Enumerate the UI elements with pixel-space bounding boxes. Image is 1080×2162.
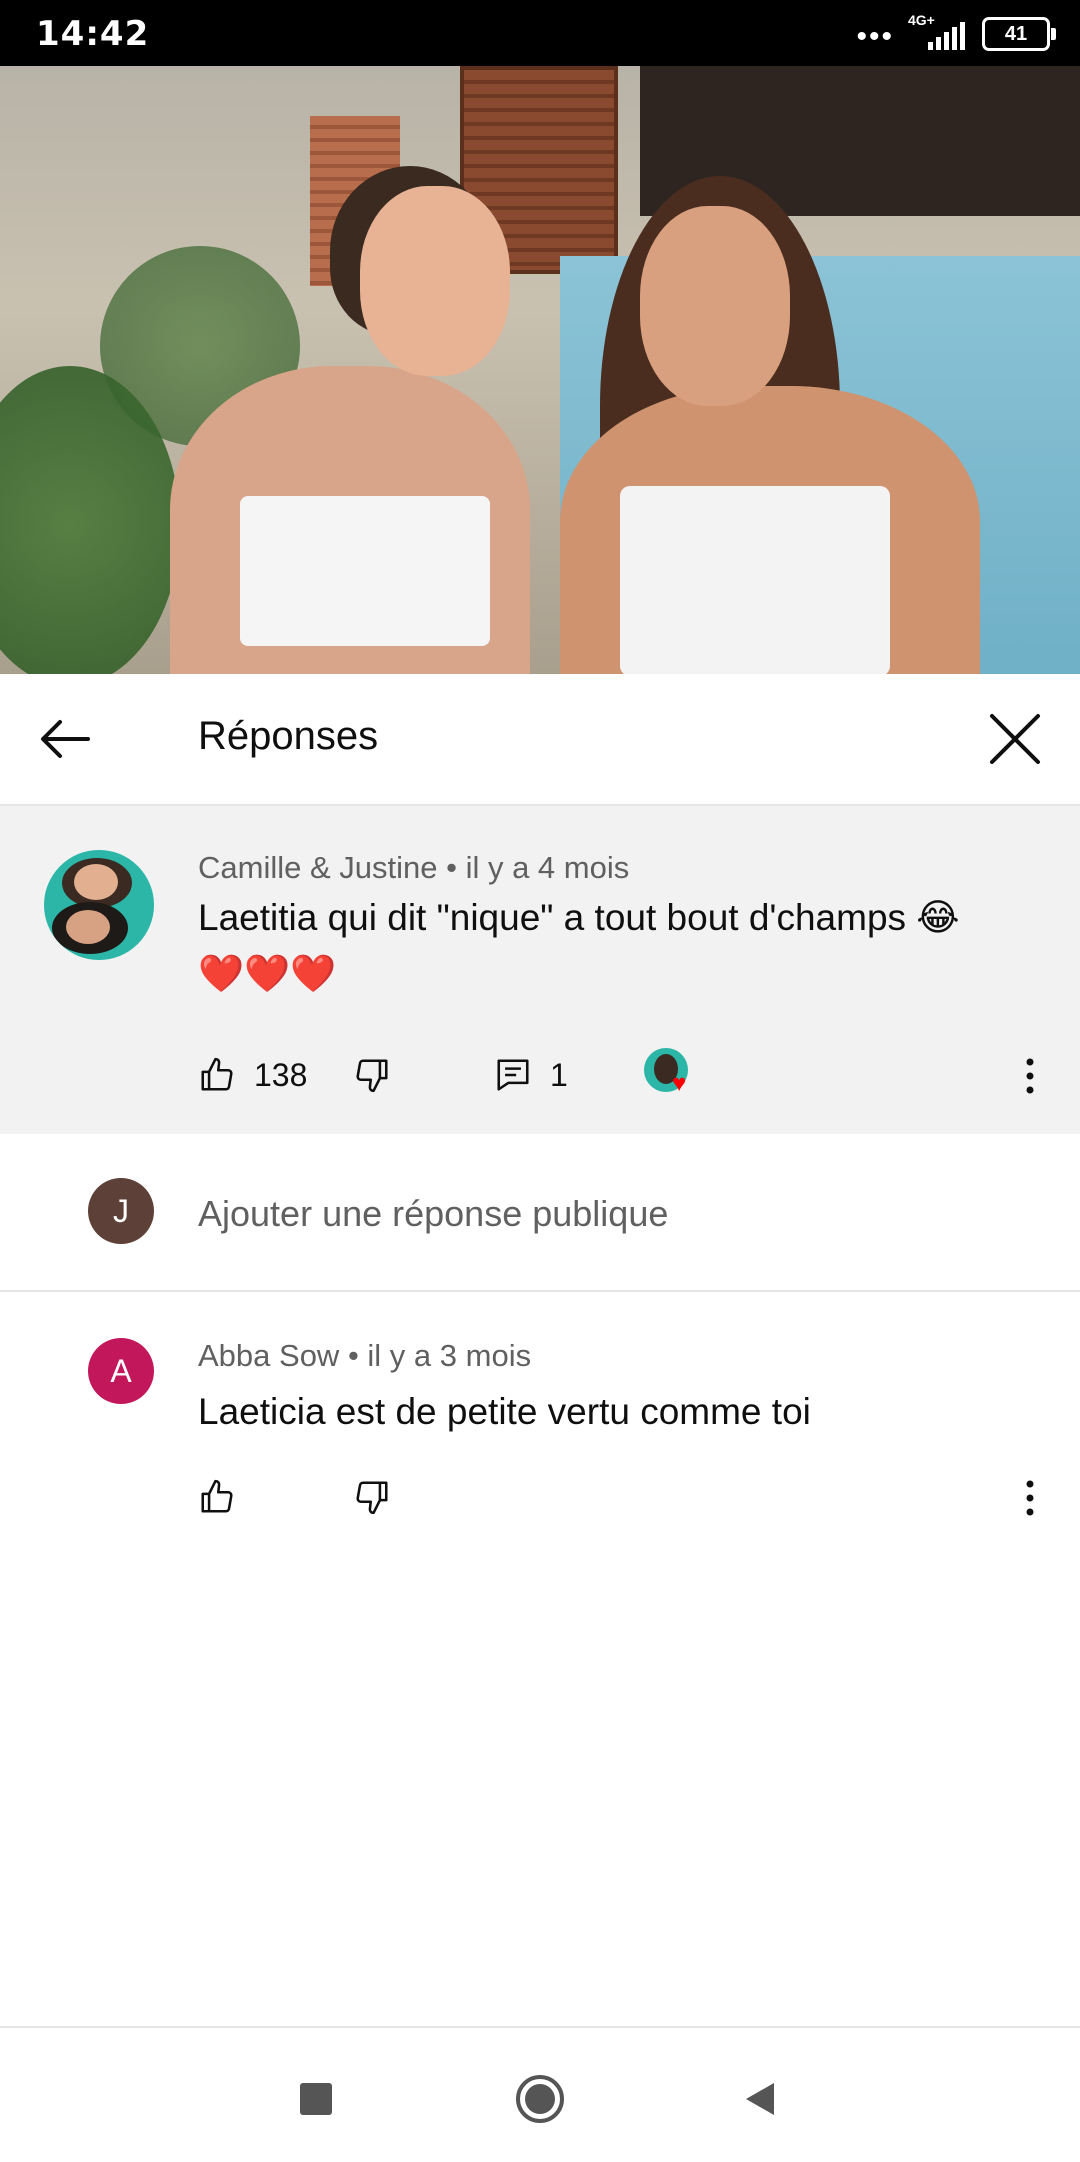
battery-icon: 41 (982, 17, 1056, 51)
arrow-left-icon (41, 720, 90, 758)
home-button[interactable] (505, 2064, 575, 2134)
triangle-back-icon (746, 2083, 774, 2115)
thumbs-up-icon (201, 1479, 233, 1513)
add-reply-row: J (0, 1134, 1080, 1292)
back-nav-button[interactable] (725, 2064, 795, 2134)
comment-text: Laetitia qui dit "nique" a tout bout d'c… (198, 890, 1038, 1002)
status-bar: 14:42 ••• 4G+ 41 (0, 0, 1080, 66)
close-button[interactable] (980, 704, 1050, 774)
more-options-button[interactable] (1010, 1468, 1050, 1528)
like-button[interactable]: 138 (198, 1050, 307, 1100)
comment-icon (497, 1059, 529, 1091)
close-icon (990, 714, 1040, 764)
comment-author[interactable]: Camille & Justine (198, 850, 437, 885)
user-avatar: J (88, 1178, 154, 1244)
square-icon (300, 2083, 332, 2115)
avatar-letter: A (110, 1352, 132, 1389)
thumbs-down-icon (356, 1481, 388, 1515)
comment-actions: 138 1 ♥ (198, 1048, 1058, 1100)
page-title: Réponses (198, 714, 379, 758)
creator-heart-badge: ♥ (644, 1044, 702, 1102)
status-time: 14:42 (36, 14, 150, 54)
comment-age: il y a 4 mois (465, 850, 630, 885)
reply-count-button[interactable]: 1 (494, 1050, 568, 1100)
more-vertical-icon (1026, 1480, 1034, 1516)
meta-separator: • (437, 850, 466, 885)
comment-meta: Camille & Justine • il y a 4 mois (198, 850, 629, 886)
heart-icon: ♥ (672, 1070, 687, 1097)
avatar[interactable] (44, 850, 154, 960)
comment-age: il y a 3 mois (367, 1338, 532, 1373)
add-reply-input[interactable] (198, 1184, 1018, 1244)
video-player[interactable] (0, 66, 1080, 674)
reply-comment: A Abba Sow • il y a 3 mois Laeticia est … (0, 1292, 1080, 1552)
meta-separator: • (339, 1338, 368, 1373)
thumbs-up-icon (201, 1057, 233, 1091)
battery-level: 41 (1004, 23, 1028, 45)
replies-header: Réponses (0, 674, 1080, 806)
avatar[interactable]: A (88, 1338, 154, 1404)
back-button[interactable] (30, 704, 100, 774)
comment-text-line2: ❤️❤️❤️ (198, 953, 337, 994)
comment-actions (198, 1472, 1058, 1522)
system-nav-bar (0, 2026, 1080, 2162)
more-options-button[interactable] (1010, 1046, 1050, 1106)
comment-text-line1: Laetitia qui dit "nique" a tout bout d'c… (198, 897, 960, 938)
notification-dots: ••• (856, 20, 894, 53)
like-button[interactable] (198, 1472, 236, 1522)
home-circle-icon (516, 2075, 564, 2123)
comment-text: Laeticia est de petite vertu comme toi (198, 1391, 811, 1432)
status-icons: ••• 4G+ 41 (856, 12, 1056, 54)
dislike-button[interactable] (353, 1050, 391, 1100)
comment-meta: Abba Sow • il y a 3 mois (198, 1338, 531, 1374)
signal-icon: 4G+ (908, 12, 968, 54)
comment-author[interactable]: Abba Sow (198, 1338, 339, 1373)
thumbs-down-icon (356, 1059, 388, 1093)
user-avatar-letter: J (113, 1192, 129, 1229)
more-vertical-icon (1026, 1058, 1034, 1094)
dislike-button[interactable] (353, 1472, 391, 1522)
recents-button[interactable] (281, 2064, 351, 2134)
parent-comment: Camille & Justine • il y a 4 mois Laetit… (0, 806, 1080, 1134)
reply-count: 1 (550, 1056, 568, 1093)
like-count: 138 (254, 1056, 308, 1093)
